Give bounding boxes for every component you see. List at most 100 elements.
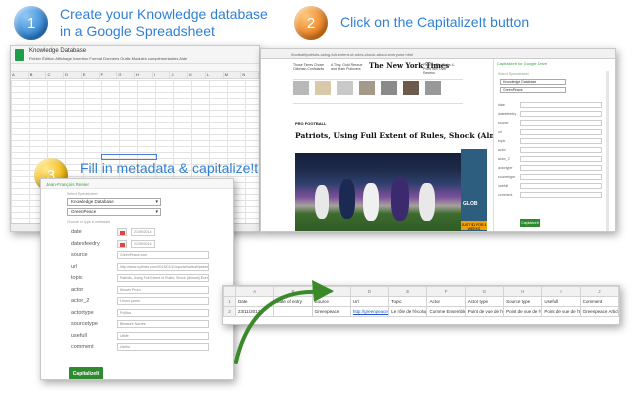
panel-field-input[interactable] (520, 165, 602, 171)
spreadsheet-toolbar[interactable] (11, 64, 259, 72)
form-field-input[interactable]: Mouvix Pruro (117, 285, 209, 294)
table-cell[interactable]: Point de vue de l'écologie (503, 306, 543, 317)
column-header[interactable]: C (46, 72, 65, 78)
thumbnail-image[interactable] (337, 81, 353, 95)
table-cell[interactable]: J (579, 286, 619, 297)
table-cell[interactable]: Greenpeace Article (579, 306, 619, 317)
table-cell[interactable]: 23/11/2012 (234, 306, 275, 317)
column-header[interactable]: F (100, 72, 118, 78)
advertisement[interactable]: GLOB JUST $1 FOR 4 WEEKS (461, 149, 487, 231)
row-number[interactable] (223, 286, 236, 297)
spreadsheet-title[interactable]: Knowledge Database (29, 48, 86, 54)
table-cell[interactable]: Topic (388, 296, 428, 307)
table-cell[interactable]: F (426, 286, 466, 297)
panel-field-input[interactable] (520, 120, 602, 126)
calendar-icon[interactable] (117, 228, 127, 236)
column-header[interactable]: K (188, 72, 206, 78)
table-cell[interactable]: A (234, 286, 275, 297)
spreadsheet-select[interactable]: Knowledge Database (67, 198, 161, 206)
panel-field-input[interactable] (520, 129, 602, 135)
form-field-input[interactable]: Useful (117, 343, 209, 351)
spreadsheet-select[interactable]: Knowledge Database (500, 79, 566, 85)
column-header[interactable]: E (82, 72, 100, 78)
panel-field-input[interactable] (520, 156, 602, 162)
table-cell[interactable]: C (311, 286, 351, 297)
nyt-side-story[interactable]: A Tiny, Gold Rescue and Ham Pullovers (331, 63, 367, 71)
step-1-line-1: Create your Knowledge database (60, 6, 268, 22)
table-cell[interactable]: Comment (579, 296, 619, 307)
table-cell[interactable]: Point de vue de l'écologie (541, 306, 581, 317)
row-number[interactable]: 2 (223, 306, 236, 317)
table-cell[interactable]: G (464, 286, 505, 297)
spreadsheet-menu[interactable]: Fichier Édition Affichage Insertion Form… (29, 56, 187, 61)
date-input[interactable]: 21/09/2014 (131, 228, 155, 236)
nyt-side-story[interactable]: Those Times Chose Ottoman Confidants (293, 63, 329, 71)
table-cell[interactable]: Le rôle de l'écologie : main pou... (388, 306, 428, 317)
sheet-select[interactable]: GreenPeace (500, 87, 566, 93)
form-field-input[interactable]: Lhomr parmi (117, 297, 209, 305)
form-field-input[interactable]: Politics (117, 308, 209, 317)
capitalizeit-button[interactable]: CapitalizeIt (69, 367, 103, 379)
column-header[interactable]: N (241, 72, 259, 78)
row-number[interactable]: 1 (223, 296, 236, 307)
column-header[interactable]: J (170, 72, 189, 78)
nyt-thumbnails (293, 81, 441, 95)
panel-field-row: topic (494, 137, 611, 146)
panel-field-input[interactable] (520, 192, 602, 198)
column-header[interactable]: H (135, 72, 153, 78)
form-field-input[interactable]: Blessure Navrée (117, 320, 209, 328)
form-field-input[interactable]: GreenPeace.com (117, 251, 209, 259)
table-cell[interactable]: E (388, 286, 428, 297)
table-cell[interactable]: Actor (426, 296, 466, 307)
thumbnail-image[interactable] (381, 81, 397, 95)
panel-field-input[interactable] (520, 138, 602, 144)
calendar-icon[interactable] (117, 239, 127, 248)
table-cell[interactable] (273, 306, 313, 317)
table-cell[interactable]: Date (234, 296, 275, 307)
form-field-input[interactable]: Patriots, Using Full Extent of Rules, Sh… (117, 274, 209, 282)
form-field-input[interactable]: Utilité (117, 331, 209, 340)
thumbnail-image[interactable] (293, 81, 309, 95)
table-cell[interactable]: Date of entry (273, 296, 313, 307)
thumbnail-image[interactable] (425, 81, 441, 95)
column-header[interactable]: L (206, 72, 224, 78)
table-cell[interactable]: H (503, 286, 543, 297)
table-cell[interactable]: Actor type (464, 296, 505, 307)
capitalizeit-button[interactable]: CapitalizeIt (520, 219, 540, 227)
thumbnail-image[interactable] (403, 81, 419, 95)
column-header[interactable]: D (64, 72, 82, 78)
column-header[interactable]: I (153, 72, 171, 78)
column-header[interactable]: G (117, 72, 136, 78)
ad-offer[interactable]: JUST $1 FOR 4 WEEKS (461, 221, 487, 231)
column-header[interactable]: A (11, 72, 29, 78)
form-field-actor-2: actor_2 Lhomr parmi (41, 295, 233, 307)
table-cell[interactable]: http://greenpeace.fr (349, 306, 390, 317)
table-cell[interactable]: Comme Ensemble (426, 306, 466, 317)
panel-field-input[interactable] (520, 111, 602, 117)
panel-field-input[interactable] (520, 183, 602, 189)
table-cell[interactable]: D (349, 286, 390, 297)
table-cell[interactable]: I (541, 286, 581, 297)
address-bar[interactable]: /football/patriots-using-full-extent-of-… (261, 49, 615, 59)
panel-field-input[interactable] (520, 102, 602, 108)
table-cell[interactable]: Url (349, 296, 390, 307)
table-cell[interactable]: B (273, 286, 313, 297)
panel-field-input[interactable] (520, 147, 602, 153)
sheet-select[interactable]: GreenPeace (67, 208, 161, 216)
column-header[interactable]: M (224, 72, 242, 78)
table-cell[interactable]: Usefull (541, 296, 581, 307)
table-cell[interactable]: Point de vue de l'écologie (464, 306, 505, 317)
table-cell[interactable]: Greenpeace (311, 306, 351, 317)
form-field-label: url (71, 263, 78, 270)
table-cell[interactable]: Source type (503, 296, 543, 307)
thumbnail-image[interactable] (359, 81, 375, 95)
nyt-side-story[interactable]: Patriots Dig Out a 4-Point Win Over Rave… (423, 63, 459, 75)
table-cell[interactable]: Source (311, 296, 351, 307)
panel-field-input[interactable] (520, 174, 602, 180)
thumbnail-image[interactable] (315, 81, 331, 95)
form-field-datesfeedry: datesfeedry 21/09/2014 (41, 238, 233, 250)
panel-scrollbar[interactable] (606, 71, 609, 231)
date-input[interactable]: 21/09/2014 (131, 239, 155, 248)
form-field-input[interactable]: http://www.nytimes.com/2015/01/11/sports… (117, 262, 209, 271)
column-header[interactable]: B (29, 72, 47, 78)
